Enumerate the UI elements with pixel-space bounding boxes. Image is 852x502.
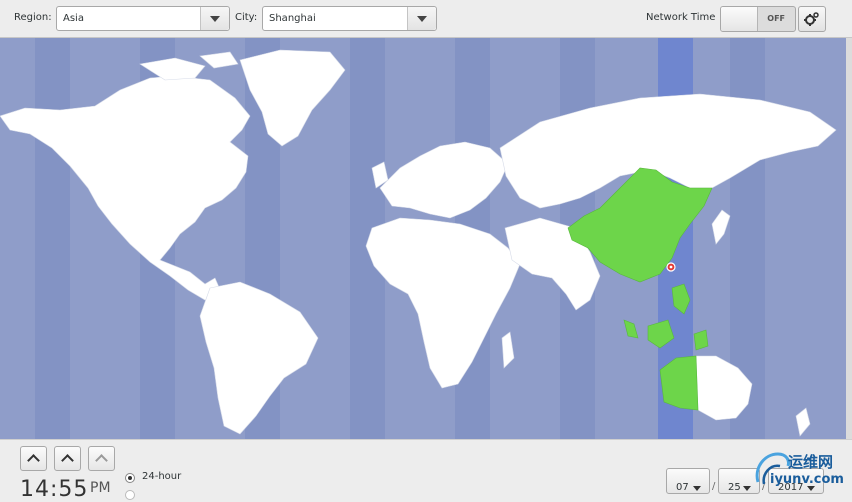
city-label: City: bbox=[235, 12, 258, 23]
chevron-up-icon bbox=[95, 454, 108, 467]
ampm-format-radio[interactable] bbox=[125, 490, 135, 500]
ampm-display: PM bbox=[90, 480, 111, 496]
africa bbox=[365, 217, 521, 389]
switch-state: OFF bbox=[767, 14, 785, 23]
minute-increase-button[interactable] bbox=[54, 446, 81, 471]
month-combobox[interactable]: 07 bbox=[666, 468, 710, 494]
timezone-map[interactable] bbox=[0, 38, 846, 439]
network-time-settings-button[interactable] bbox=[798, 6, 826, 32]
chevron-down-icon bbox=[693, 486, 701, 491]
chevron-down-icon bbox=[743, 486, 751, 491]
south-america bbox=[199, 281, 319, 435]
city-value: Shanghai bbox=[269, 13, 316, 24]
date-separator: / bbox=[712, 481, 716, 492]
watermark-cn-text: 运维网 bbox=[788, 453, 834, 471]
network-time-label: Network Time bbox=[646, 12, 716, 23]
watermark-logo: 运维网 iyunv.com bbox=[752, 446, 852, 493]
world-map-svg[interactable] bbox=[0, 38, 846, 439]
gears-icon bbox=[804, 12, 819, 26]
chevron-down-icon bbox=[417, 16, 427, 22]
watermark-en-text: iyunv.com bbox=[770, 472, 844, 487]
timezone-toolbar: Region: Asia City: Shanghai Network Time… bbox=[0, 0, 852, 38]
region-value: Asia bbox=[63, 13, 84, 24]
malaysia bbox=[623, 319, 639, 339]
ampm-toggle-button[interactable] bbox=[88, 446, 115, 471]
region-label: Region: bbox=[14, 12, 52, 23]
window-edge bbox=[846, 38, 852, 439]
land-masses bbox=[0, 49, 837, 437]
24-hour-radio[interactable] bbox=[125, 473, 135, 483]
24-hour-label: 24-hour bbox=[142, 471, 182, 482]
city-combobox[interactable]: Shanghai bbox=[262, 6, 437, 31]
chevron-up-icon bbox=[27, 454, 40, 467]
chevron-up-icon bbox=[61, 454, 74, 467]
day-value: 25 bbox=[728, 482, 741, 493]
city-dropdown-button[interactable] bbox=[407, 7, 436, 30]
shanghai-marker-icon[interactable] bbox=[666, 262, 676, 272]
month-value: 07 bbox=[676, 482, 689, 493]
network-time-switch[interactable]: OFF bbox=[720, 6, 796, 32]
time-display: 14:55 bbox=[20, 477, 89, 502]
region-dropdown-button[interactable] bbox=[200, 7, 229, 30]
switch-knob[interactable] bbox=[721, 7, 758, 31]
region-combobox[interactable]: Asia bbox=[56, 6, 230, 31]
time-controls: 14:55 PM 24-hour 07 / 25 / 2017 bbox=[0, 439, 852, 502]
hour-increase-button[interactable] bbox=[20, 446, 47, 471]
chevron-down-icon bbox=[210, 16, 220, 22]
